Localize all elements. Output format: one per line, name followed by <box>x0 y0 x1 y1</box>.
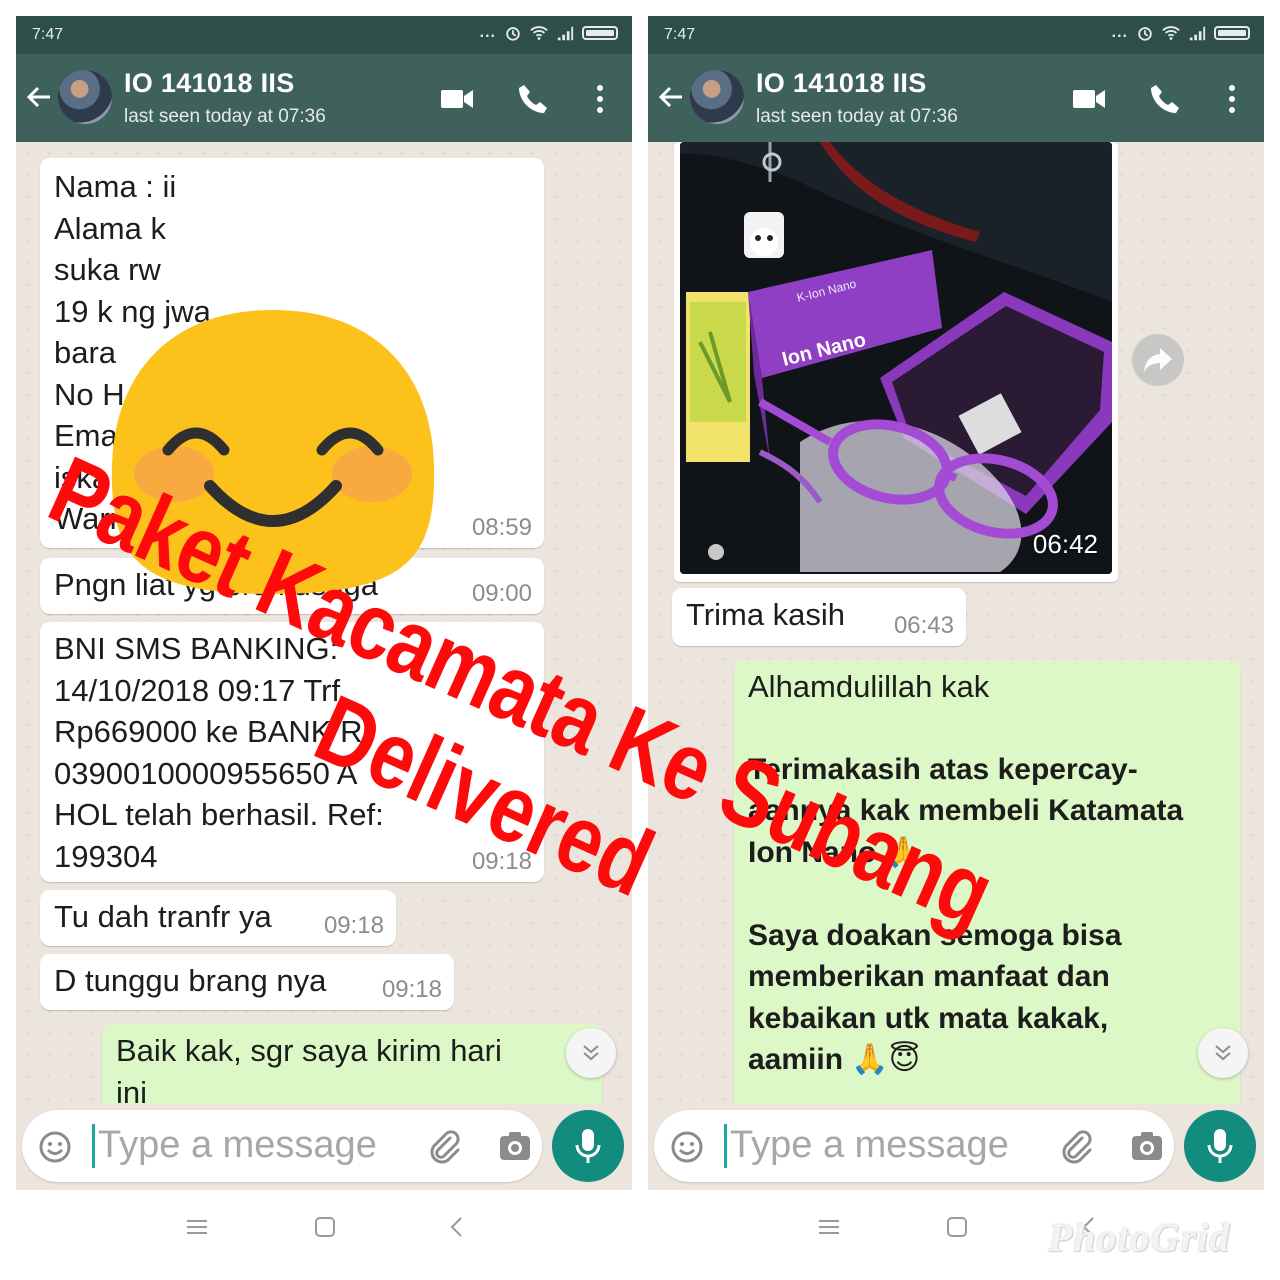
attachment-icon[interactable] <box>1058 1128 1094 1164</box>
wifi-icon <box>1162 26 1180 40</box>
message-incoming[interactable]: Tu dah tranfr ya 09:18 <box>40 890 396 946</box>
collage-watermark: PhotoGrid <box>1048 1215 1231 1260</box>
emoji-icon[interactable] <box>38 1130 72 1164</box>
message-outgoing[interactable]: Alhamdulillah kak Terimakasih atas keper… <box>734 660 1240 1104</box>
chat-area[interactable]: Nama : ii Alama k suka rw 19 k ng jwa ba… <box>16 142 632 1104</box>
battery-icon <box>1214 26 1250 40</box>
message-incoming[interactable]: Trima kasih 06:43 <box>672 588 966 646</box>
battery-icon <box>582 26 618 40</box>
status-time: 7:47 <box>664 26 696 43</box>
chat-area[interactable]: K-Ion Nano Ion Nano 06:42 Trima kasih 06… <box>648 142 1264 1104</box>
signal-icon <box>557 26 574 41</box>
recent-apps-icon[interactable] <box>184 1214 210 1240</box>
message-incoming[interactable]: BNI SMS BANKING: 14/10/2018 09:17 Trf Rp… <box>40 622 544 882</box>
status-time: 7:47 <box>32 26 64 43</box>
product-photo[interactable]: K-Ion Nano Ion Nano 06:42 <box>680 142 1112 574</box>
phone-screen-left: 7:47 ... IO 141018 IIS last seen today a… <box>16 16 632 1190</box>
camera-icon[interactable] <box>498 1130 532 1162</box>
last-seen-status: last seen today at 07:36 <box>124 106 326 127</box>
message-time: 06:43 <box>893 612 954 639</box>
scroll-to-bottom-button[interactable] <box>1198 1028 1248 1078</box>
status-icons: ... <box>480 24 618 42</box>
phone-screen-right: 7:47 ... IO 141018 IIS last seen today a… <box>648 16 1264 1190</box>
chat-header: IO 141018 IIS last seen today at 07:36 <box>16 54 632 142</box>
camera-icon[interactable] <box>1130 1130 1164 1162</box>
notification-dots-icon: ... <box>479 24 496 41</box>
home-icon[interactable] <box>944 1214 970 1240</box>
message-time: 09:18 <box>381 976 442 1003</box>
recent-apps-icon[interactable] <box>816 1214 842 1240</box>
message-incoming[interactable]: D tunggu brang nya 09:18 <box>40 954 454 1010</box>
phone-call-icon[interactable] <box>516 82 550 116</box>
message-text: Baik kak, sgr saya kirim hari ini <box>116 1033 502 1104</box>
more-options-icon[interactable] <box>592 82 608 116</box>
message-input-container[interactable] <box>22 1110 542 1182</box>
avatar[interactable] <box>690 70 744 124</box>
back-arrow-icon[interactable] <box>656 82 686 112</box>
product-photo-illustration: K-Ion Nano Ion Nano <box>680 142 1112 574</box>
message-text: Alhamdulillah kak <box>748 669 990 704</box>
message-time: 09:00 <box>471 580 532 607</box>
message-time: 08:59 <box>471 514 532 541</box>
status-icons: ... <box>1112 24 1250 42</box>
chat-header: IO 141018 IIS last seen today at 07:36 <box>648 54 1264 142</box>
status-bar: 7:47 ... <box>16 16 632 54</box>
signal-icon <box>1189 26 1206 41</box>
alarm-icon <box>506 27 520 41</box>
message-input[interactable] <box>98 1122 418 1168</box>
image-time: 06:42 <box>1032 529 1098 559</box>
home-icon[interactable] <box>312 1214 338 1240</box>
voice-message-button[interactable] <box>552 1110 624 1182</box>
more-options-icon[interactable] <box>1224 82 1240 116</box>
double-chevron-down-icon <box>1215 1045 1231 1061</box>
message-time: 09:18 <box>471 848 532 875</box>
forward-arrow-icon <box>1144 348 1172 372</box>
double-chevron-down-icon <box>583 1045 599 1061</box>
contact-name[interactable]: IO 141018 IIS <box>124 68 295 99</box>
message-time: 09:18 <box>323 912 384 939</box>
message-text-bold: Terimakasih atas kepercay- aannya kak me… <box>748 752 1184 1077</box>
notification-dots-icon: ... <box>1111 24 1128 41</box>
message-input-bar <box>16 1104 632 1190</box>
alarm-icon <box>1138 27 1152 41</box>
scroll-to-bottom-button[interactable] <box>566 1028 616 1078</box>
smiling-face-emoji-icon <box>111 310 435 594</box>
video-call-icon[interactable] <box>1072 82 1106 116</box>
phone-call-icon[interactable] <box>1148 82 1182 116</box>
video-call-icon[interactable] <box>440 82 474 116</box>
system-nav-bar <box>16 1190 632 1264</box>
emoji-icon[interactable] <box>670 1130 704 1164</box>
nav-back-icon[interactable] <box>444 1214 470 1240</box>
microphone-icon <box>575 1129 601 1163</box>
back-arrow-icon[interactable] <box>24 82 54 112</box>
image-message[interactable]: K-Ion Nano Ion Nano 06:42 <box>674 142 1118 582</box>
status-bar: 7:47 ... <box>648 16 1264 54</box>
message-outgoing[interactable]: Baik kak, sgr saya kirim hari ini <box>102 1024 602 1104</box>
voice-message-button[interactable] <box>1184 1110 1256 1182</box>
avatar[interactable] <box>58 70 112 124</box>
wifi-icon <box>530 26 548 40</box>
message-text: BNI SMS BANKING: 14/10/2018 09:17 Trf Rp… <box>54 631 384 874</box>
microphone-icon <box>1207 1129 1233 1163</box>
message-input-container[interactable] <box>654 1110 1174 1182</box>
last-seen-status: last seen today at 07:36 <box>756 106 958 127</box>
contact-name[interactable]: IO 141018 IIS <box>756 68 927 99</box>
message-input[interactable] <box>730 1122 1050 1168</box>
text-cursor <box>92 1124 95 1168</box>
message-input-bar <box>648 1104 1264 1190</box>
text-cursor <box>724 1124 727 1168</box>
forward-button[interactable] <box>1132 334 1184 386</box>
attachment-icon[interactable] <box>426 1128 462 1164</box>
